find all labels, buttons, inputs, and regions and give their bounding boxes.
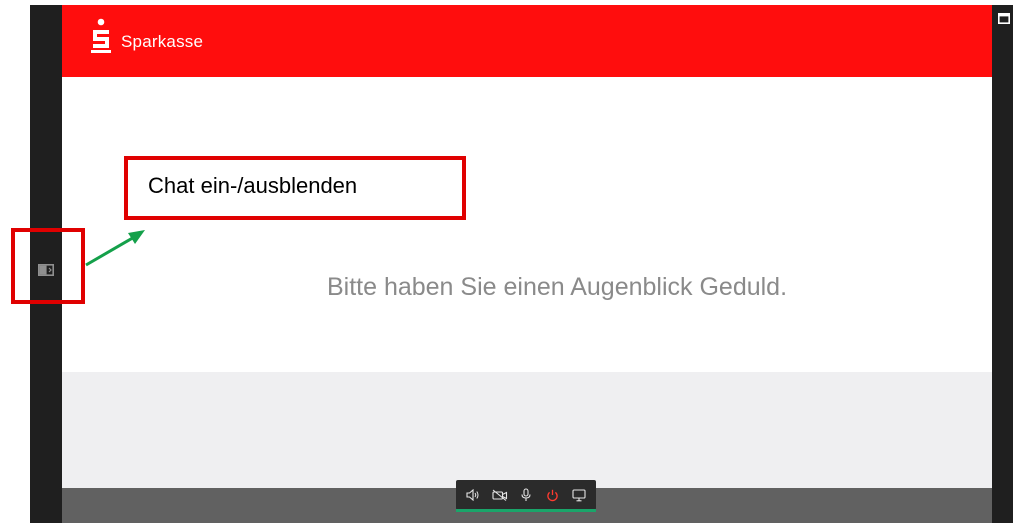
microphone-icon <box>521 488 531 501</box>
brand-name: Sparkasse <box>121 32 204 51</box>
sparkasse-logo: Sparkasse <box>90 18 203 54</box>
annotation-highlight-box <box>11 228 85 304</box>
screen-share-icon <box>572 488 586 501</box>
call-controls <box>456 480 596 510</box>
speaker-button[interactable] <box>464 486 482 504</box>
right-sidebar <box>992 5 1013 523</box>
window-button[interactable] <box>998 13 1010 24</box>
window-icon <box>998 13 1010 24</box>
speaker-icon <box>466 489 479 501</box>
power-icon <box>547 489 558 501</box>
hangup-button[interactable] <box>543 486 561 504</box>
annotation-label: Chat ein-/ausblenden <box>148 173 358 198</box>
video-consultation-window: Sparkasse Bitte haben Sie einen Augenbli… <box>0 0 1013 523</box>
wait-message: Bitte haben Sie einen Augenblick Geduld. <box>326 273 788 301</box>
camera-button[interactable] <box>491 486 509 504</box>
microphone-button[interactable] <box>517 486 535 504</box>
camera-off-icon <box>492 489 507 501</box>
content-area <box>62 77 992 372</box>
lower-area <box>62 372 992 488</box>
controls-active-indicator <box>456 509 596 512</box>
sparkasse-s-icon <box>91 18 111 53</box>
screen-share-button[interactable] <box>570 486 588 504</box>
